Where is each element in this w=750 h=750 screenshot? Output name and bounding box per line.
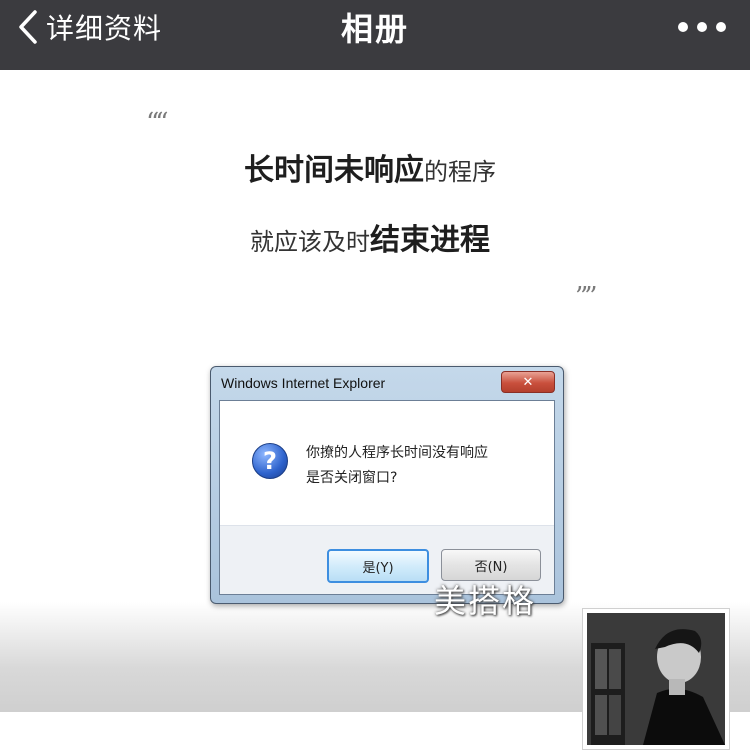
question-icon: ? xyxy=(252,443,288,479)
caption-line-1-bold: 长时间未响应 xyxy=(244,153,424,188)
close-icon: ✕ xyxy=(522,374,534,390)
more-dot-icon xyxy=(697,22,707,32)
caption-line-2-rest: 就应该及时 xyxy=(250,228,370,256)
avatar[interactable] xyxy=(582,608,730,750)
caption-line-1-rest: 的程序 xyxy=(424,158,496,186)
dialog-message-line-2: 是否关闭窗口? xyxy=(306,470,398,486)
avatar-portrait-graphic xyxy=(587,613,725,745)
dialog-close-button: ✕ xyxy=(501,371,555,393)
more-dot-icon xyxy=(716,22,726,32)
more-options-button[interactable] xyxy=(678,12,726,42)
caption-line-2: 就应该及时结束进程 xyxy=(250,215,490,259)
album-name: 美搭格 xyxy=(434,582,537,620)
page-title: 相册 xyxy=(340,10,409,48)
caption-line-2-bold: 结束进程 xyxy=(370,223,490,258)
open-quote-mark: ““ xyxy=(146,108,169,138)
dialog-message-line-1: 你撩的人程序长时间没有响应 xyxy=(306,445,488,461)
dialog-title: Windows Internet Explorer xyxy=(221,375,386,391)
close-quote-mark: ”” xyxy=(575,282,598,312)
more-dot-icon xyxy=(678,22,688,32)
caption-line-1: 长时间未响应的程序 xyxy=(244,145,496,189)
avatar-photo xyxy=(587,613,725,745)
dialog-yes-button: 是(Y) xyxy=(327,549,429,583)
windows-dialog: Windows Internet Explorer ✕ ? 你撩的人程序长时间没… xyxy=(210,366,564,604)
dialog-message: 你撩的人程序长时间没有响应 是否关闭窗口? xyxy=(306,441,488,491)
top-navigation-bar: 详细资料 相册 xyxy=(0,0,750,70)
